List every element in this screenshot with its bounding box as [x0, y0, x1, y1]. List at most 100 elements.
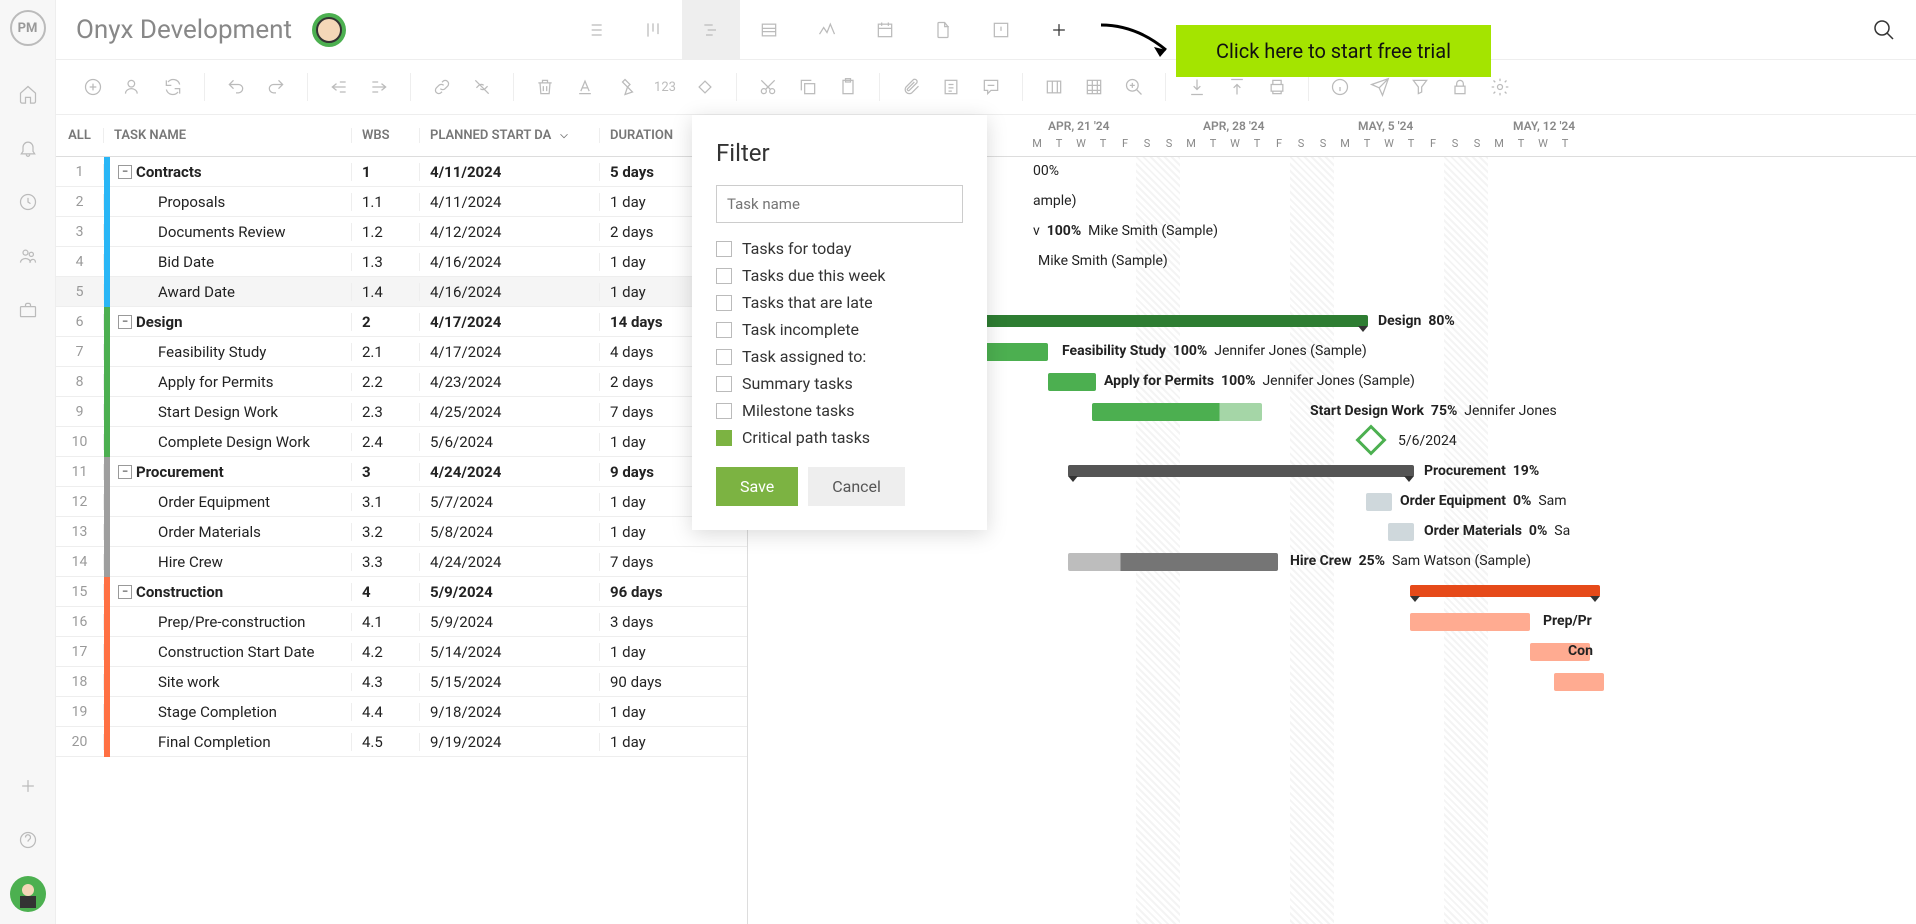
- filter-option[interactable]: Task assigned to:: [716, 347, 963, 366]
- plus-icon[interactable]: [10, 768, 46, 804]
- task-row[interactable]: 12 Order Equipment 3.1 5/7/2024 1 day: [56, 487, 747, 517]
- task-bar[interactable]: [1048, 373, 1096, 391]
- filter-cancel-button[interactable]: Cancel: [808, 467, 905, 506]
- task-bar[interactable]: [1366, 493, 1392, 511]
- task-name-cell[interactable]: −Contracts: [110, 163, 352, 181]
- checkbox-icon[interactable]: [716, 268, 732, 284]
- board-view-tab[interactable]: [624, 0, 682, 60]
- task-row[interactable]: 9 Start Design Work 2.3 4/25/2024 7 days: [56, 397, 747, 427]
- task-name-cell[interactable]: −Design: [110, 313, 352, 331]
- checkbox-icon[interactable]: [716, 430, 732, 446]
- filter-option[interactable]: Task incomplete: [716, 320, 963, 339]
- task-row[interactable]: 20 Final Completion 4.5 9/19/2024 1 day: [56, 727, 747, 757]
- gantt-view-tab[interactable]: [682, 0, 740, 60]
- task-bar[interactable]: [1410, 613, 1530, 631]
- clock-icon[interactable]: [10, 184, 46, 220]
- task-row[interactable]: 1 −Contracts 1 4/11/2024 5 days: [56, 157, 747, 187]
- task-row[interactable]: 6 −Design 2 4/17/2024 14 days: [56, 307, 747, 337]
- comment-icon[interactable]: [974, 70, 1008, 104]
- task-row[interactable]: 3 Documents Review 1.2 4/12/2024 2 days: [56, 217, 747, 247]
- task-name-cell[interactable]: Site work: [110, 673, 352, 691]
- checkbox-icon[interactable]: [716, 241, 732, 257]
- indent-icon[interactable]: [362, 70, 396, 104]
- task-row[interactable]: 16 Prep/Pre-construction 4.1 5/9/2024 3 …: [56, 607, 747, 637]
- task-bar[interactable]: [1388, 523, 1414, 541]
- expand-icon[interactable]: −: [118, 585, 132, 599]
- expand-icon[interactable]: −: [118, 465, 132, 479]
- task-row[interactable]: 8 Apply for Permits 2.2 4/23/2024 2 days: [56, 367, 747, 397]
- filter-option[interactable]: Milestone tasks: [716, 401, 963, 420]
- paste-icon[interactable]: [831, 70, 865, 104]
- task-name-cell[interactable]: Documents Review: [110, 223, 352, 241]
- col-name[interactable]: TASK NAME: [104, 128, 352, 143]
- cta-free-trial-button[interactable]: Click here to start free trial: [1176, 25, 1491, 77]
- link-icon[interactable]: [425, 70, 459, 104]
- task-row[interactable]: 4 Bid Date 1.3 4/16/2024 1 day: [56, 247, 747, 277]
- col-start[interactable]: PLANNED START DA: [420, 128, 600, 143]
- filter-option[interactable]: Tasks due this week: [716, 266, 963, 285]
- task-bar[interactable]: [1092, 403, 1262, 421]
- columns-icon[interactable]: [1037, 70, 1071, 104]
- auto-number-icon[interactable]: 123: [648, 70, 682, 104]
- project-owner-avatar[interactable]: [312, 13, 346, 47]
- task-name-cell[interactable]: Stage Completion: [110, 703, 352, 721]
- redo-icon[interactable]: [259, 70, 293, 104]
- notes-icon[interactable]: [934, 70, 968, 104]
- zoom-icon[interactable]: [1117, 70, 1151, 104]
- col-wbs[interactable]: WBS: [352, 128, 420, 143]
- people-icon[interactable]: [10, 238, 46, 274]
- critical-path-icon[interactable]: [608, 70, 642, 104]
- sheet-view-tab[interactable]: [740, 0, 798, 60]
- task-name-cell[interactable]: Bid Date: [110, 253, 352, 271]
- milestone-shape-icon[interactable]: [688, 70, 722, 104]
- copy-icon[interactable]: [791, 70, 825, 104]
- briefcase-icon[interactable]: [10, 292, 46, 328]
- task-row[interactable]: 10 Complete Design Work 2.4 5/6/2024 1 d…: [56, 427, 747, 457]
- risk-view-tab[interactable]: [972, 0, 1030, 60]
- checkbox-icon[interactable]: [716, 295, 732, 311]
- grid-icon[interactable]: [1077, 70, 1111, 104]
- expand-icon[interactable]: −: [118, 165, 132, 179]
- text-color-icon[interactable]: [568, 70, 602, 104]
- task-row[interactable]: 11 −Procurement 3 4/24/2024 9 days: [56, 457, 747, 487]
- task-row[interactable]: 7 Feasibility Study 2.1 4/17/2024 4 days: [56, 337, 747, 367]
- refresh-icon[interactable]: [156, 70, 190, 104]
- workload-view-tab[interactable]: [798, 0, 856, 60]
- home-icon[interactable]: [10, 76, 46, 112]
- help-icon[interactable]: [10, 822, 46, 858]
- task-row[interactable]: 13 Order Materials 3.2 5/8/2024 1 day: [56, 517, 747, 547]
- task-name-cell[interactable]: Feasibility Study: [110, 343, 352, 361]
- task-name-cell[interactable]: Start Design Work: [110, 403, 352, 421]
- checkbox-icon[interactable]: [716, 403, 732, 419]
- task-row[interactable]: 15 −Construction 4 5/9/2024 96 days: [56, 577, 747, 607]
- cut-icon[interactable]: [751, 70, 785, 104]
- add-view-tab[interactable]: [1030, 0, 1088, 60]
- add-task-icon[interactable]: [76, 70, 110, 104]
- task-row[interactable]: 2 Proposals 1.1 4/11/2024 1 day: [56, 187, 747, 217]
- task-row[interactable]: 19 Stage Completion 4.4 9/18/2024 1 day: [56, 697, 747, 727]
- files-view-tab[interactable]: [914, 0, 972, 60]
- task-name-cell[interactable]: Construction Start Date: [110, 643, 352, 661]
- task-row[interactable]: 17 Construction Start Date 4.2 5/14/2024…: [56, 637, 747, 667]
- filter-task-name-input[interactable]: [716, 185, 963, 223]
- assign-icon[interactable]: [116, 70, 150, 104]
- outdent-icon[interactable]: [322, 70, 356, 104]
- delete-icon[interactable]: [528, 70, 562, 104]
- expand-icon[interactable]: −: [118, 315, 132, 329]
- filter-option[interactable]: Tasks for today: [716, 239, 963, 258]
- checkbox-icon[interactable]: [716, 349, 732, 365]
- task-row[interactable]: 5 Award Date 1.4 4/16/2024 1 day: [56, 277, 747, 307]
- unlink-icon[interactable]: [465, 70, 499, 104]
- app-logo[interactable]: PM: [10, 10, 46, 46]
- task-name-cell[interactable]: Proposals: [110, 193, 352, 211]
- task-name-cell[interactable]: Order Materials: [110, 523, 352, 541]
- col-all[interactable]: ALL: [56, 128, 104, 143]
- summary-bar[interactable]: [1068, 465, 1414, 477]
- list-view-tab[interactable]: [566, 0, 624, 60]
- summary-bar[interactable]: [1410, 585, 1600, 597]
- checkbox-icon[interactable]: [716, 322, 732, 338]
- filter-option[interactable]: Summary tasks: [716, 374, 963, 393]
- user-avatar[interactable]: [10, 876, 46, 912]
- task-row[interactable]: 18 Site work 4.3 5/15/2024 90 days: [56, 667, 747, 697]
- task-name-cell[interactable]: Prep/Pre-construction: [110, 613, 352, 631]
